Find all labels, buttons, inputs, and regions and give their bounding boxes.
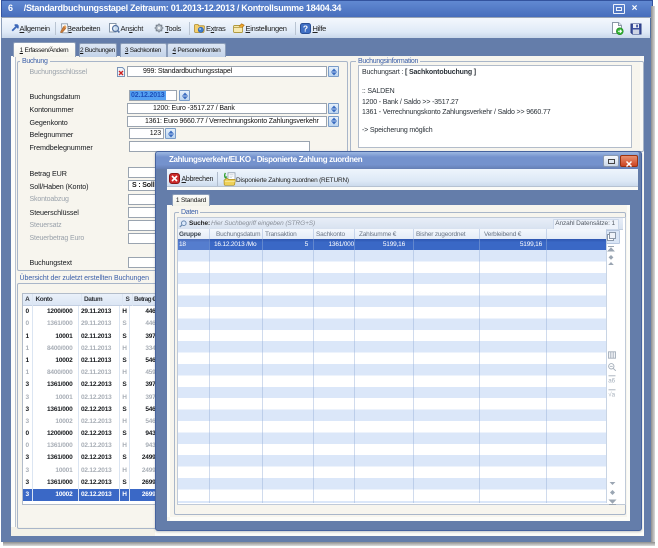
svg-text:√a: √a <box>608 391 615 398</box>
svg-text:a6: a6 <box>608 377 615 384</box>
svg-text:?: ? <box>303 23 308 33</box>
